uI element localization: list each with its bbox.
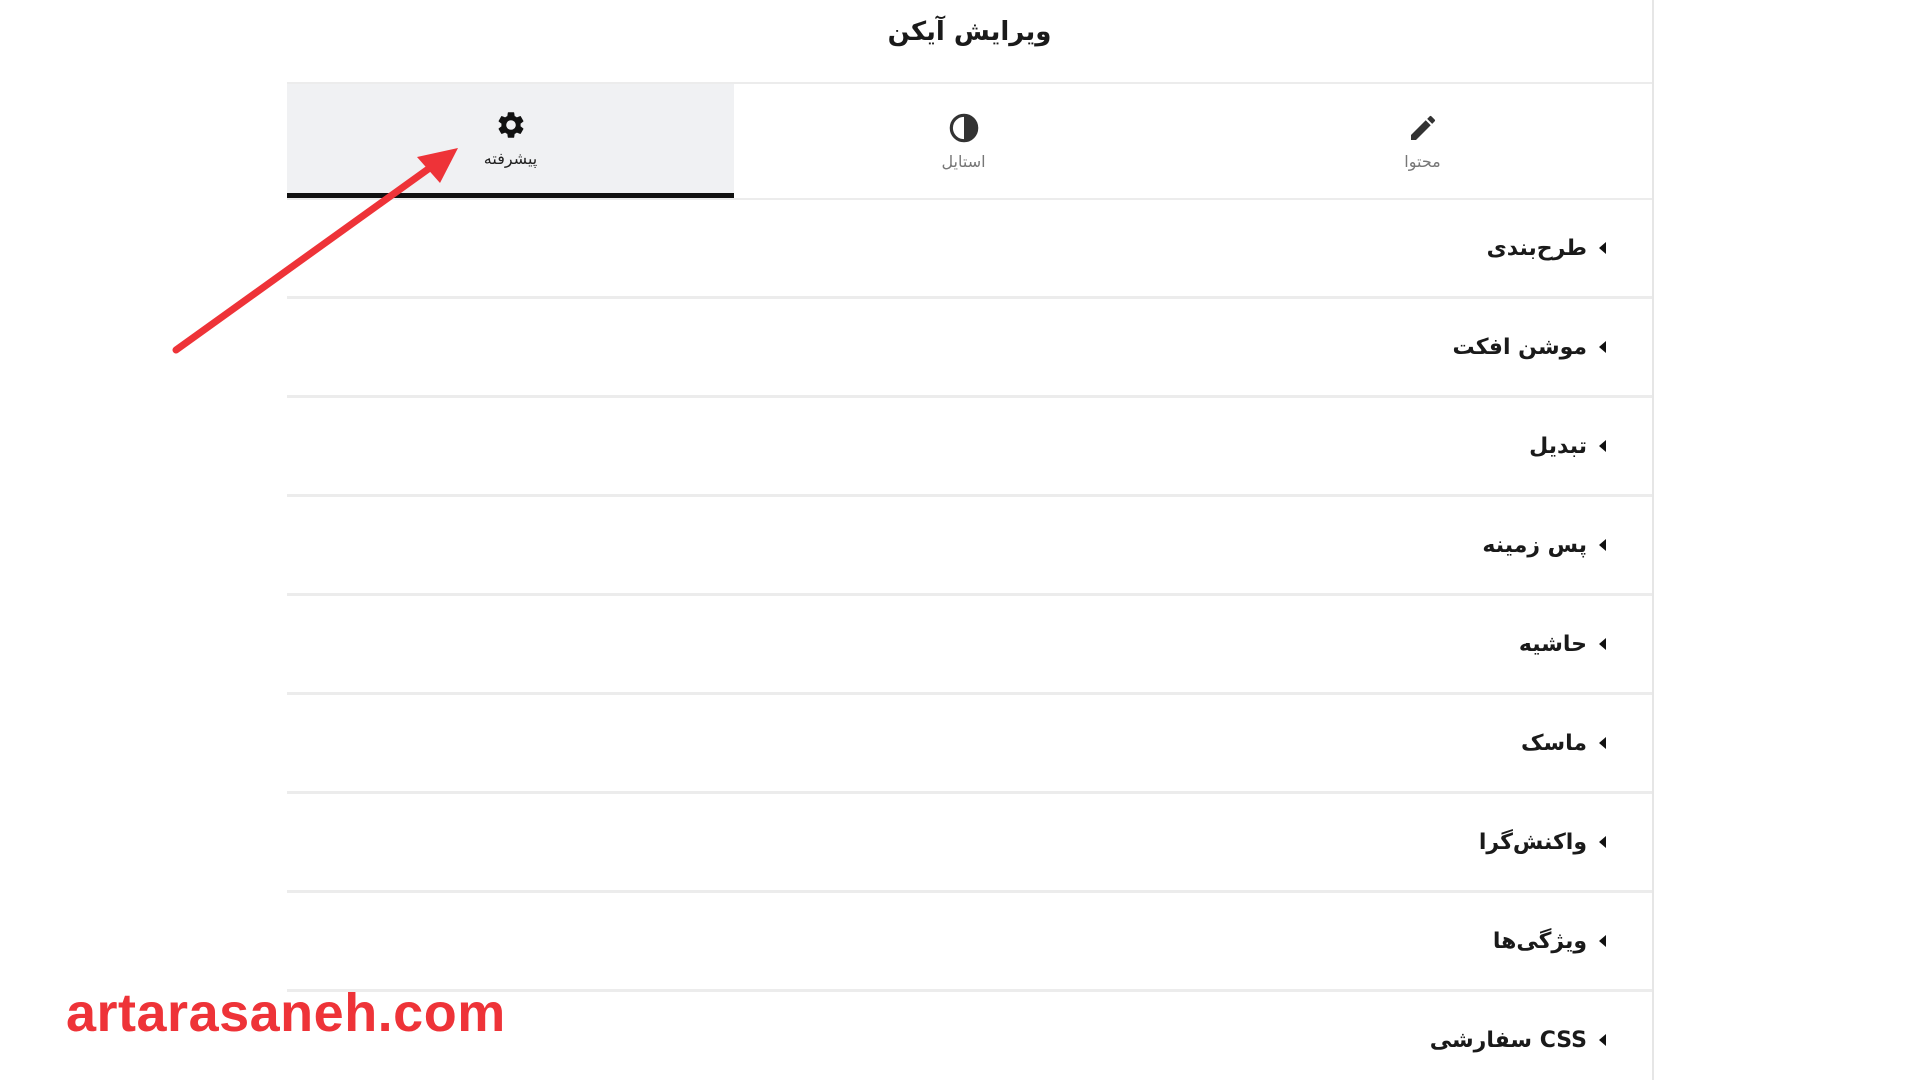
panel-header: ویرایش آیکن [287,0,1652,84]
pencil-icon [1410,115,1435,140]
section-border[interactable]: حاشیه [287,596,1652,695]
section-layout[interactable]: طرح‌بندی [287,200,1652,299]
caret-left-icon [1599,539,1606,551]
caret-left-icon [1599,242,1606,254]
section-motion-effects[interactable]: موشن افکت [287,299,1652,398]
tab-style[interactable]: استایل [734,84,1193,198]
tab-content[interactable]: محتوا [1193,84,1652,198]
section-label: حاشیه [1518,631,1587,657]
section-label: پس زمینه [1482,532,1587,558]
tab-advanced-label: پیشرفته [483,149,538,168]
icon-editor-panel: ویرایش آیکن پیشرفته استایل محتوا [287,0,1654,1080]
panel-title: ویرایش آیکن [887,17,1052,47]
half-circle-icon [949,113,978,142]
caret-left-icon [1599,1034,1606,1046]
tab-content-label: محتوا [1404,151,1441,171]
section-mask[interactable]: ماسک [287,695,1652,794]
section-label: ویژگی‌ها [1492,928,1587,954]
section-label: ماسک [1520,730,1587,756]
section-transform[interactable]: تبدیل [287,398,1652,497]
caret-left-icon [1599,638,1606,650]
section-background[interactable]: پس زمینه [287,497,1652,596]
watermark-text: artarasaneh.com [66,983,506,1043]
section-attributes[interactable]: ویژگی‌ها [287,893,1652,992]
caret-left-icon [1599,935,1606,947]
tab-bar: پیشرفته استایل محتوا [287,84,1652,200]
section-responsive[interactable]: واکنش‌گرا [287,794,1652,893]
sections-list: طرح‌بندی موشن افکت تبدیل پس زمینه حا [287,200,1652,1088]
caret-left-icon [1599,836,1606,848]
section-label: طرح‌بندی [1486,235,1587,261]
caret-left-icon [1599,440,1606,452]
section-label: واکنش‌گرا [1478,829,1587,855]
tab-advanced[interactable]: پیشرفته [287,84,734,198]
section-label: CSS سفارشی [1429,1027,1587,1053]
tab-style-label: استایل [941,151,986,171]
caret-left-icon [1599,341,1606,353]
caret-left-icon [1599,737,1606,749]
gear-icon [498,112,523,138]
section-label: تبدیل [1529,433,1587,459]
section-label: موشن افکت [1452,334,1587,360]
